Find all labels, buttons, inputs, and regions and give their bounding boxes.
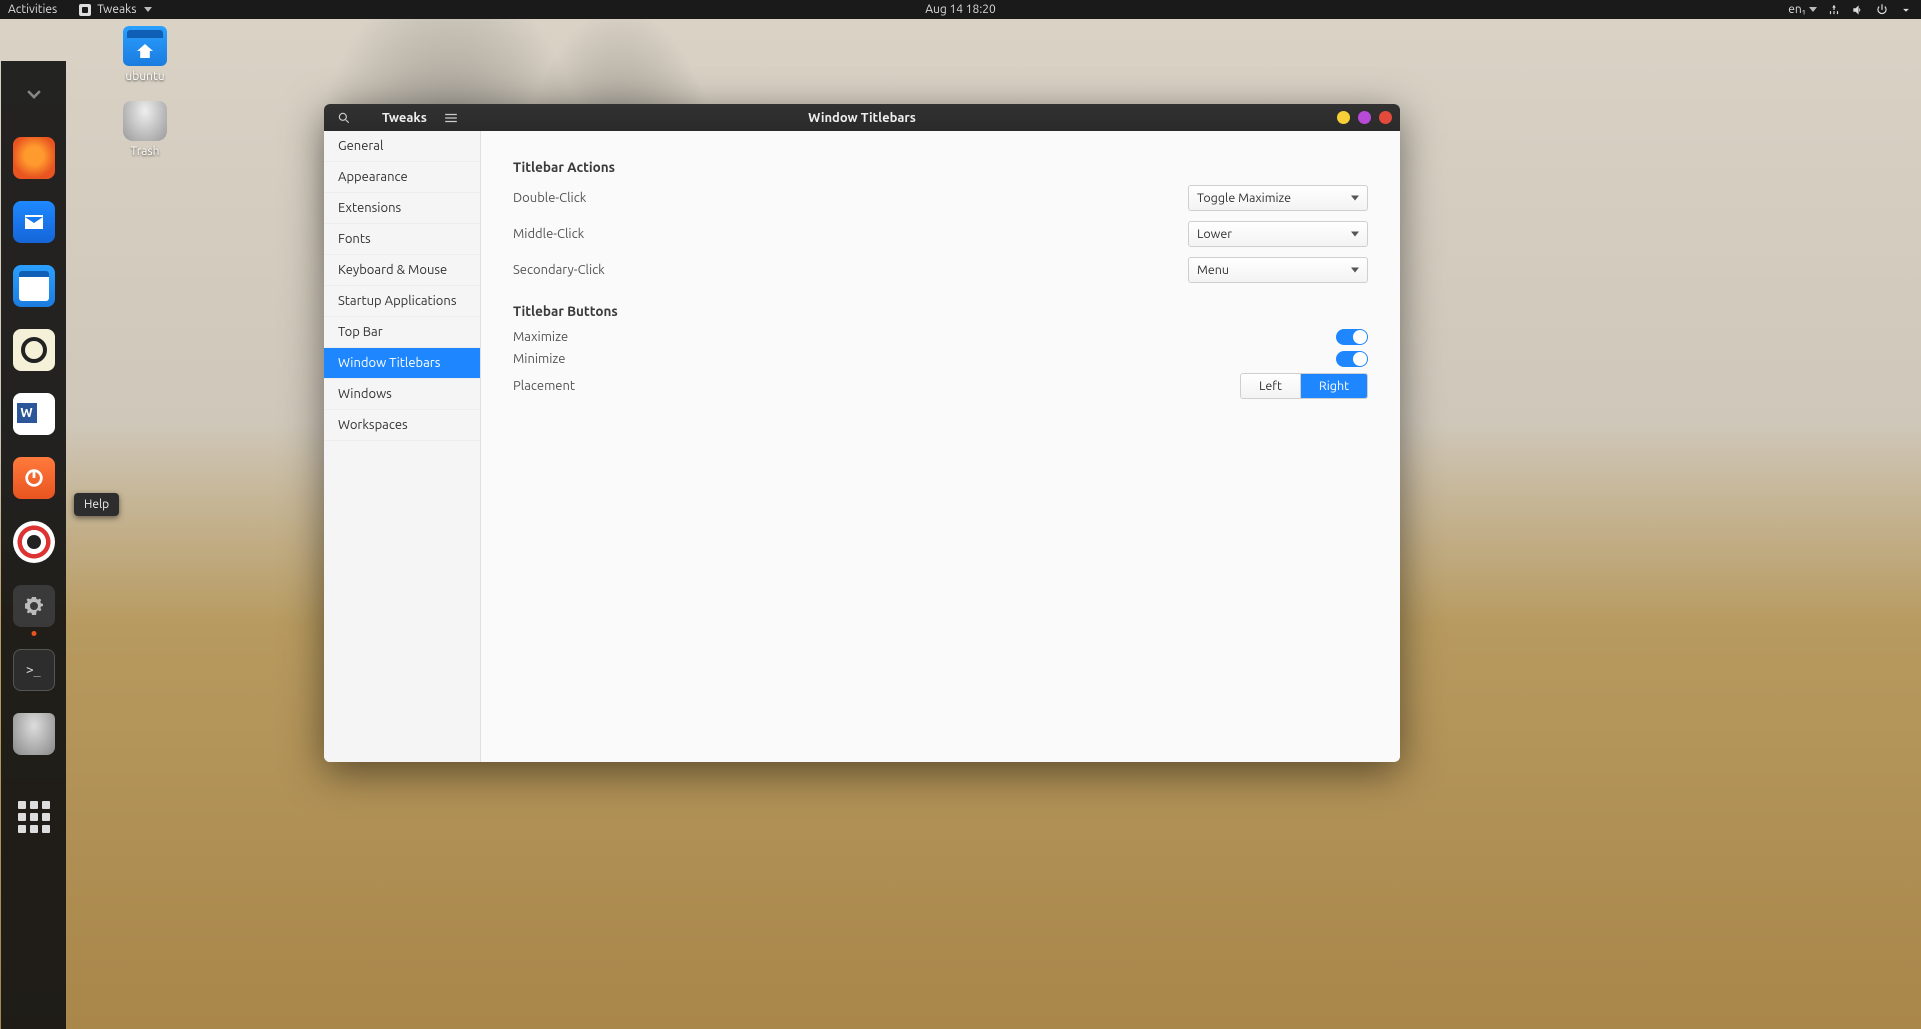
dock: W: [1, 61, 66, 1029]
tweaks-app-icon: [79, 4, 91, 16]
menu-button[interactable]: [431, 112, 471, 124]
window-header-title: Window Titlebars: [808, 111, 916, 125]
dock-item-trash[interactable]: [13, 713, 55, 755]
app-menu[interactable]: Tweaks: [79, 3, 152, 16]
desktop-icon-home[interactable]: ubuntu: [110, 26, 180, 83]
close-button[interactable]: [1379, 111, 1392, 124]
maximize-button[interactable]: [1358, 111, 1371, 124]
search-button[interactable]: [324, 104, 364, 131]
chevron-down-icon: [1351, 268, 1359, 273]
volume-icon[interactable]: [1851, 3, 1865, 17]
app-menu-label: Tweaks: [97, 3, 136, 16]
sidebar-item-extensions[interactable]: Extensions: [324, 193, 480, 224]
power-icon: [23, 467, 45, 489]
hamburger-icon: [444, 112, 458, 124]
tweaks-sidebar: GeneralAppearanceExtensionsFontsKeyboard…: [324, 131, 481, 762]
label-middle-click: Middle-Click: [513, 227, 584, 241]
home-folder-icon: [123, 26, 167, 66]
placement-right-button[interactable]: Right: [1300, 374, 1367, 398]
download-arrow-icon: [19, 79, 49, 109]
combo-double-click[interactable]: Toggle Maximize: [1188, 185, 1368, 211]
chevron-down-icon: [1351, 232, 1359, 237]
trash-icon: [123, 101, 167, 141]
label-minimize: Minimize: [513, 352, 565, 366]
desktop-icon-trash[interactable]: Trash: [110, 101, 180, 158]
placement-left-button[interactable]: Left: [1241, 374, 1300, 398]
clock[interactable]: Aug 14 18:20: [925, 3, 996, 16]
sidebar-item-workspaces[interactable]: Workspaces: [324, 410, 480, 441]
label-secondary-click: Secondary-Click: [513, 263, 605, 277]
dock-item-terminal[interactable]: [13, 649, 55, 691]
search-icon: [337, 111, 351, 125]
sidebar-item-appearance[interactable]: Appearance: [324, 162, 480, 193]
chevron-down-icon: [144, 7, 152, 12]
section-title-actions: Titlebar Actions: [513, 159, 1368, 175]
dock-item-shutdown[interactable]: [13, 457, 55, 499]
chevron-down-icon: [1809, 7, 1817, 12]
dock-item-files[interactable]: [13, 265, 55, 307]
combo-secondary-click[interactable]: Menu: [1188, 257, 1368, 283]
section-title-buttons: Titlebar Buttons: [513, 303, 1368, 319]
switch-minimize[interactable]: [1336, 351, 1368, 367]
dock-item-firefox[interactable]: [13, 137, 55, 179]
envelope-icon: [22, 210, 46, 234]
label-maximize: Maximize: [513, 330, 568, 344]
sidebar-item-keyboard-mouse[interactable]: Keyboard & Mouse: [324, 255, 480, 286]
sidebar-item-top-bar[interactable]: Top Bar: [324, 317, 480, 348]
minimize-button[interactable]: [1337, 111, 1350, 124]
desktop-icon-label: Trash: [110, 145, 180, 158]
chevron-down-icon: [1351, 196, 1359, 201]
word-icon: W: [17, 403, 37, 423]
dock-tooltip: Help: [74, 493, 119, 516]
system-menu-chevron-icon[interactable]: [1899, 3, 1913, 17]
desktop-icon-label: ubuntu: [110, 70, 180, 83]
activities-button[interactable]: Activities: [8, 3, 57, 16]
window-titlebar[interactable]: Tweaks Window Titlebars: [324, 104, 1400, 131]
gnome-top-panel: Activities Tweaks Aug 14 18:20 en₁: [0, 0, 1921, 19]
window-controls: [1337, 111, 1392, 124]
label-double-click: Double-Click: [513, 191, 586, 205]
tweaks-window: Tweaks Window Titlebars GeneralAppearanc…: [324, 104, 1400, 762]
segmented-placement: Left Right: [1240, 373, 1368, 399]
tweaks-content: Titlebar Actions Double-Click Toggle Max…: [481, 131, 1400, 762]
dock-item-help[interactable]: [13, 521, 55, 563]
network-icon[interactable]: [1827, 3, 1841, 17]
dock-item-mail[interactable]: [13, 201, 55, 243]
combo-middle-click[interactable]: Lower: [1188, 221, 1368, 247]
dock-item-word[interactable]: W: [13, 393, 55, 435]
window-app-title: Tweaks: [364, 111, 427, 125]
power-icon[interactable]: [1875, 3, 1889, 17]
dock-item-settings[interactable]: [13, 585, 55, 627]
dock-show-applications[interactable]: [18, 801, 50, 833]
input-source-indicator[interactable]: en₁: [1788, 3, 1817, 16]
dock-item-rhythmbox[interactable]: [13, 329, 55, 371]
sidebar-item-windows[interactable]: Windows: [324, 379, 480, 410]
sidebar-item-fonts[interactable]: Fonts: [324, 224, 480, 255]
gear-icon: [22, 594, 46, 618]
sidebar-item-general[interactable]: General: [324, 131, 480, 162]
sidebar-item-window-titlebars[interactable]: Window Titlebars: [324, 348, 480, 379]
dock-item-downloads[interactable]: [13, 73, 55, 115]
switch-maximize[interactable]: [1336, 329, 1368, 345]
sidebar-item-startup-applications[interactable]: Startup Applications: [324, 286, 480, 317]
label-placement: Placement: [513, 379, 575, 393]
desktop-icons-area: ubuntu Trash: [110, 26, 180, 176]
